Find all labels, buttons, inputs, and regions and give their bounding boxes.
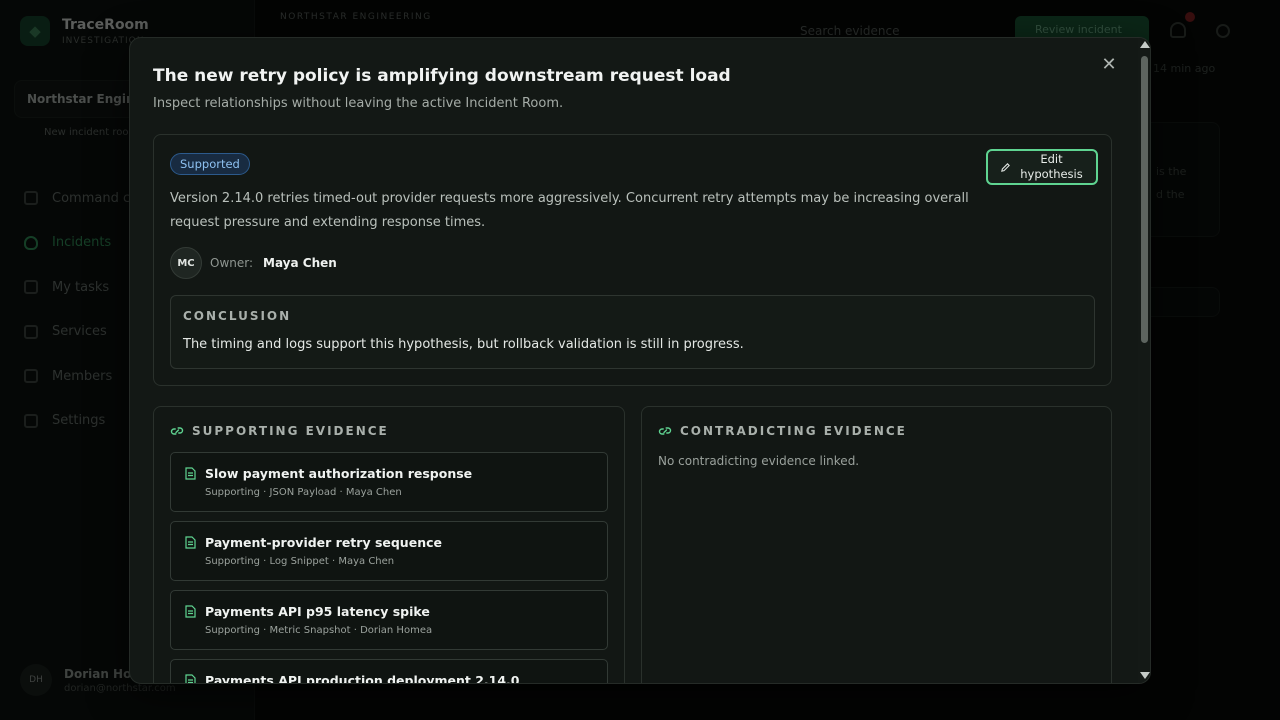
gear-icon [1216,24,1230,38]
link-icon [658,427,672,435]
supporting-evidence-card: SUPPORTING EVIDENCE Slow payment authori… [153,406,625,684]
status-badge: Supported [170,153,250,175]
evidence-item[interactable]: Slow payment authorization response Supp… [170,452,608,512]
new-incident-link: New incident room [44,127,139,138]
hypothesis-card: Supported Edit hypothesis Version 2.14.0… [153,134,1112,386]
conclusion-text: The timing and logs support this hypothe… [183,337,744,352]
link-icon [170,427,184,435]
edit-hypothesis-label: Edit hypothesis [1020,152,1083,181]
empty-state: No contradicting evidence linked. [658,454,860,468]
modal-title: The new retry policy is amplifying downs… [153,66,731,86]
modal-subtitle: Inspect relationships without leaving th… [153,96,564,111]
conclusion-box: CONCLUSION The timing and logs support t… [170,295,1095,369]
org-label: NORTHSTAR ENGINEERING [280,12,432,22]
evidence-item[interactable]: Payments API p95 latency spike Supportin… [170,590,608,650]
brand-name: TraceRoom [62,16,149,33]
notification-badge [1185,12,1195,22]
document-icon [185,674,196,683]
brand: ◆ TraceRoom INVESTIGATION [20,16,149,46]
user-email: dorian@northstar.com [64,682,176,694]
avatar: DH [20,664,52,696]
hypothesis-description: Version 2.14.0 retries timed-out provide… [170,191,969,230]
bell-icon [1170,22,1186,38]
clipboard-icon [24,280,38,295]
close-icon[interactable]: ✕ [1100,56,1118,74]
evidence-item[interactable]: Payment-provider retry sequence Supporti… [170,521,608,581]
evidence-meta: Supporting · JSON Payload · Maya Chen [205,487,402,498]
search-input: Search evidence [800,24,900,38]
contradicting-evidence-heading: CONTRADICTING EVIDENCE [658,424,907,438]
evidence-title: Payments API production deployment 2.14.… [205,673,520,684]
evidence-item[interactable]: Payments API production deployment 2.14.… [170,659,608,684]
supporting-evidence-list: Slow payment authorization response Supp… [170,452,608,684]
supporting-evidence-heading: SUPPORTING EVIDENCE [170,424,389,438]
hypothesis-modal: ✕ The new retry policy is amplifying dow… [129,37,1151,684]
box-icon [24,324,38,339]
scrollbar-thumb[interactable] [1141,56,1148,343]
evidence-meta: Supporting · Log Snippet · Maya Chen [205,556,395,567]
background-text: is the d the [1156,165,1187,201]
shield-icon [24,235,38,250]
brand-logo-icon: ◆ [20,16,50,46]
owner-name: Maya Chen [263,256,337,270]
owner: MC Owner: Maya Chen [170,247,337,279]
scroll-down-arrow-icon[interactable] [1140,672,1150,679]
background-card [1150,122,1220,237]
document-icon [185,467,196,480]
evidence-title: Payments API p95 latency spike [205,604,430,619]
evidence-title: Slow payment authorization response [205,466,473,481]
scroll-up-arrow-icon[interactable] [1140,41,1150,48]
background-text: 14 min ago [1153,62,1216,75]
edit-hypothesis-button[interactable]: Edit hypothesis [986,149,1098,185]
conclusion-heading: CONCLUSION [183,309,292,323]
document-icon [185,605,196,618]
evidence-title: Payment-provider retry sequence [205,535,442,550]
contradicting-evidence-card: CONTRADICTING EVIDENCE No contradicting … [641,406,1112,683]
users-icon [24,369,38,384]
gear-icon [24,413,38,428]
owner-label: Owner: [210,256,254,270]
background-card [1150,287,1220,317]
command-icon [24,191,38,206]
avatar: MC [170,247,202,279]
document-icon [185,536,196,549]
pencil-icon [1000,162,1010,172]
evidence-meta: Supporting · Metric Snapshot · Dorian Ho… [205,625,433,636]
